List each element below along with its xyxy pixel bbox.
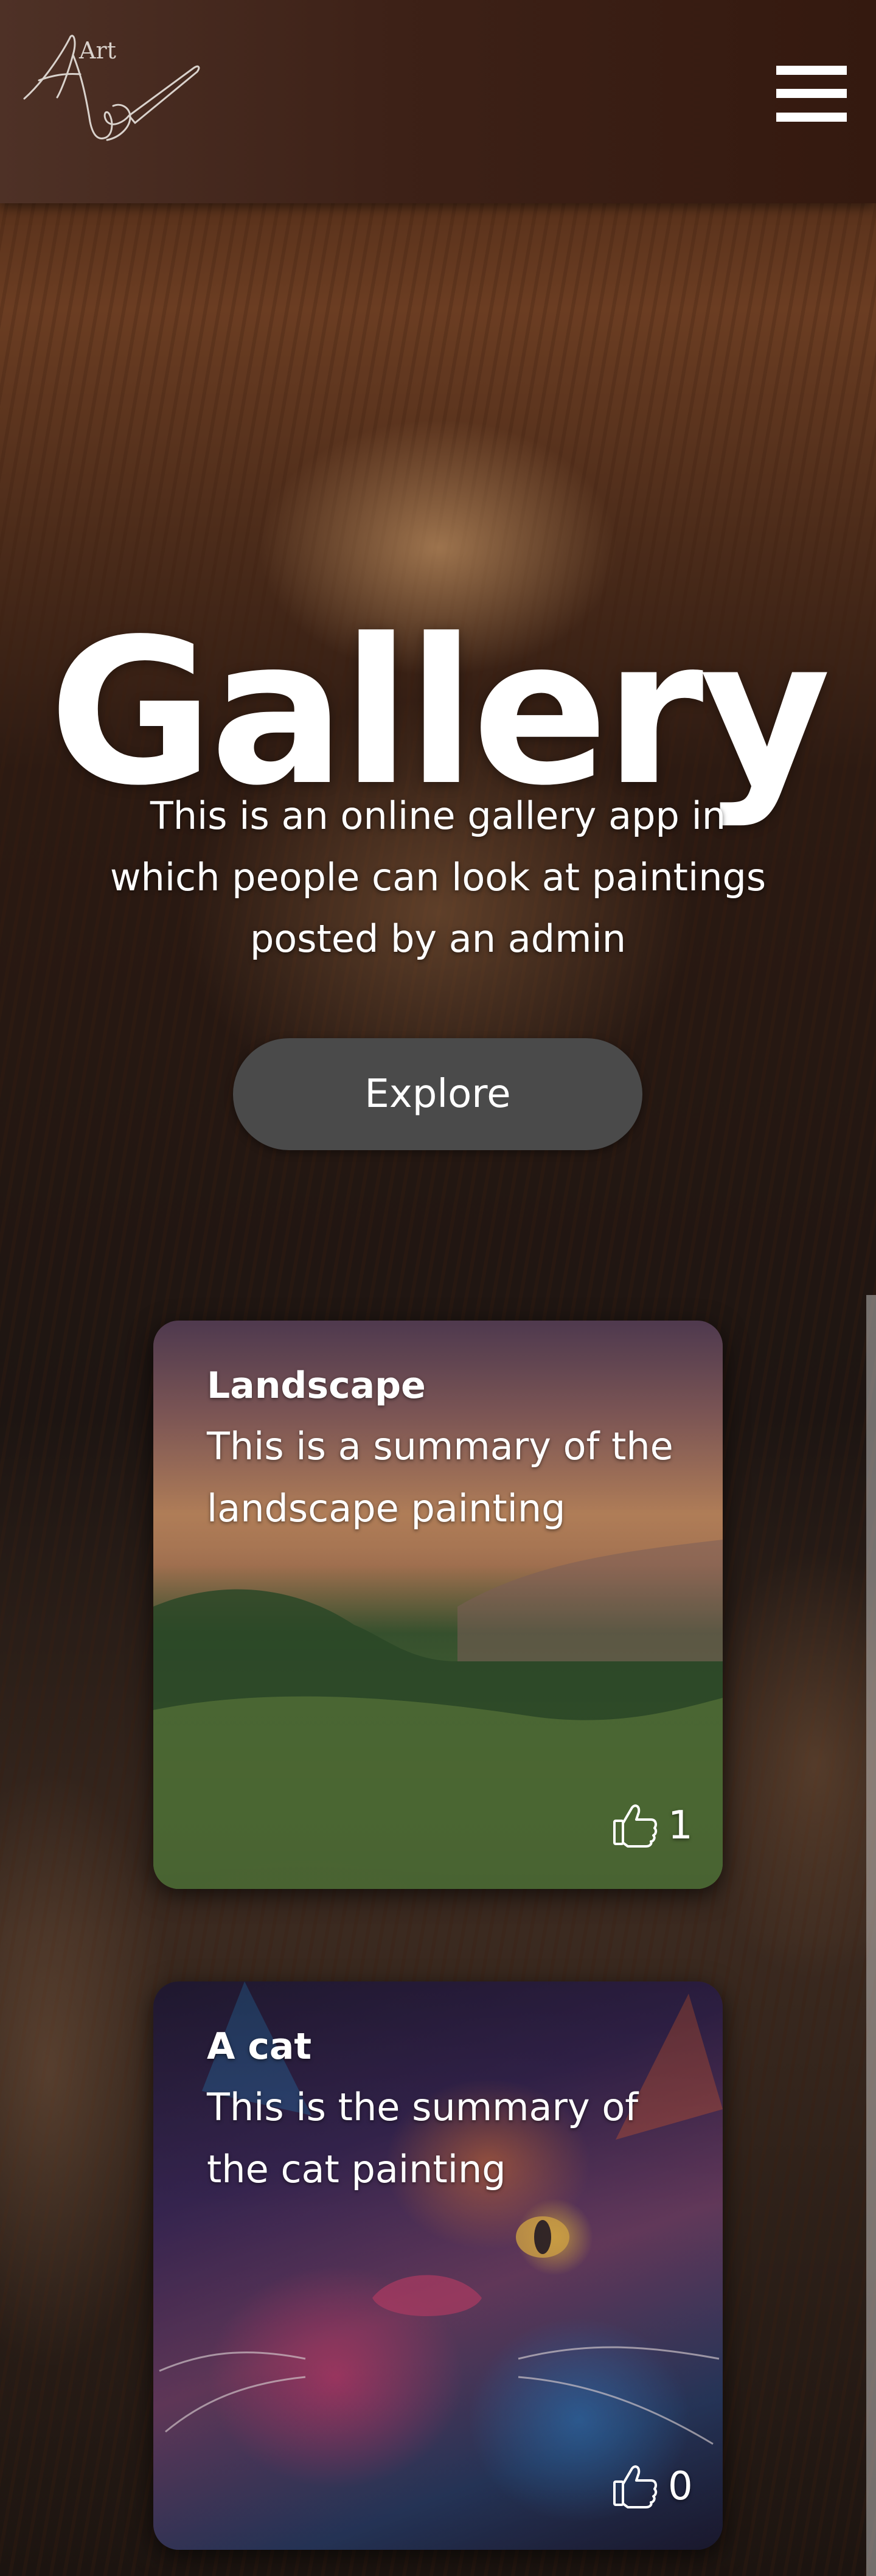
hero-subtitle: This is an online gallery app in which p…	[109, 794, 766, 961]
hamburger-menu-icon-line-middle	[776, 89, 847, 98]
site-header: Art	[0, 0, 876, 203]
card-title: A cat	[207, 2025, 312, 2068]
thumbs-up-icon[interactable]	[611, 1800, 659, 1849]
menu-button[interactable]	[776, 66, 847, 122]
explore-button[interactable]: Explore	[233, 1038, 642, 1150]
like-count: 1	[668, 1803, 693, 1848]
scrollbar[interactable]	[866, 1295, 876, 2576]
painting-card-landscape[interactable]: Landscape This is a summary of the lands…	[153, 1321, 723, 1889]
painting-card-cat[interactable]: A cat This is the summary of the cat pai…	[153, 1981, 723, 2550]
card-title: Landscape	[207, 1364, 426, 1407]
hamburger-menu-icon-line-top	[776, 66, 847, 75]
art-logo[interactable]: Art	[22, 30, 204, 158]
like-count: 0	[668, 2464, 693, 2509]
hamburger-menu-icon-line-bottom	[776, 113, 847, 122]
page: Art Gallery This is an online gallery ap…	[0, 0, 876, 2576]
card-summary: This is a summary of the landscape paint…	[207, 1424, 673, 1531]
logo-text: Art	[78, 37, 116, 64]
card-summary: This is the summary of the cat painting	[207, 2085, 639, 2191]
thumbs-up-icon[interactable]	[611, 2461, 659, 2510]
